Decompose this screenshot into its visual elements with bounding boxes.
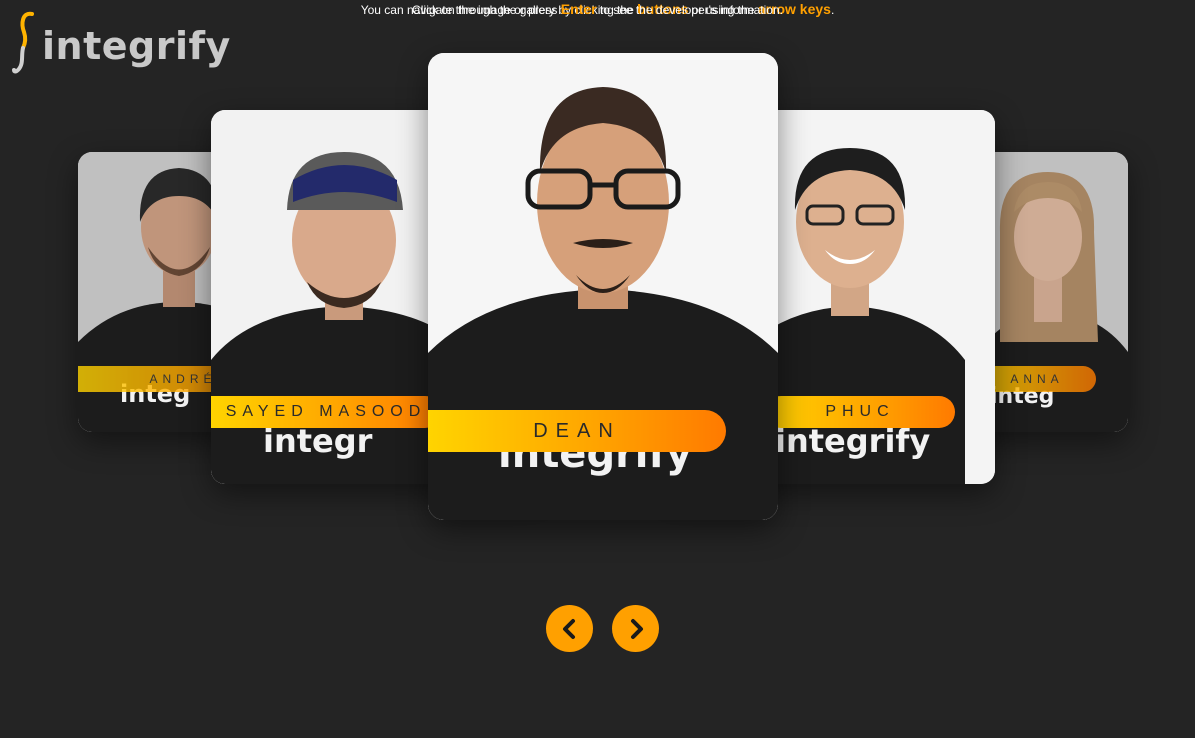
developer-name-label: PHUC: [765, 396, 955, 428]
gallery-card-dean[interactable]: integrify DEAN: [428, 53, 778, 520]
instruction-text: Click on the image or press: [412, 3, 561, 17]
next-button[interactable]: [612, 605, 659, 652]
developer-name-label: SAYED MASOOD: [211, 396, 441, 428]
instruction-text: to see the developer's information.: [596, 3, 783, 17]
developer-name-label: DEAN: [428, 410, 726, 452]
gallery-page: integrify integ ANDRÉ integ ANNA integr …: [0, 0, 1195, 738]
developer-name-label: ANNA: [978, 366, 1096, 392]
chevron-right-icon: [630, 618, 643, 639]
previous-button[interactable]: [546, 605, 593, 652]
logo-text: integrify: [42, 24, 231, 68]
instructions-line-2: Click on the image or press Enter to see…: [0, 0, 1195, 20]
highlight-enter: Enter: [560, 1, 597, 17]
chevron-left-icon: [562, 618, 575, 639]
